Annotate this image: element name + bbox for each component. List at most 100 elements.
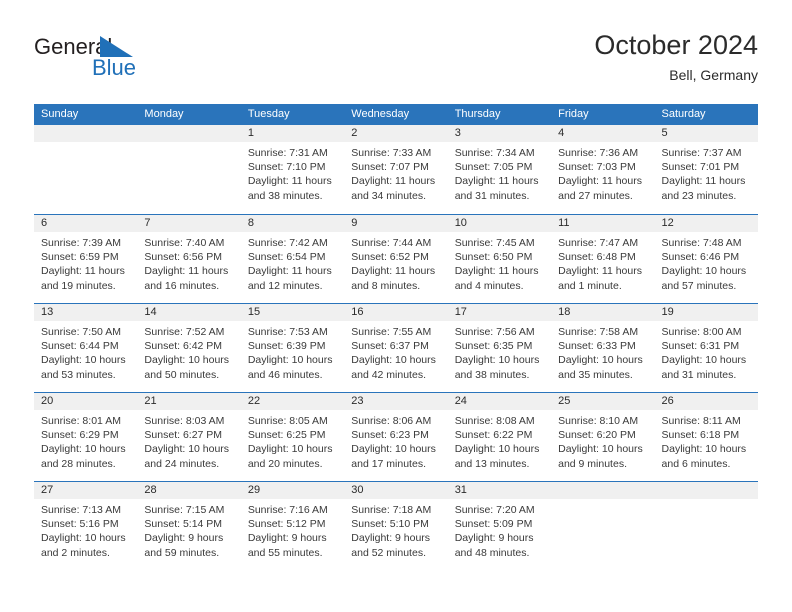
sunset-text: Sunset: 6:42 PM <box>144 340 223 353</box>
day-details: Sunrise: 8:01 AM Sunset: 6:29 PM Daylight:… <box>34 410 137 471</box>
sunset-text: Sunset: 5:16 PM <box>41 518 119 531</box>
day-details: Sunrise: 8:11 AM Sunset: 6:18 PM Daylight:… <box>655 410 758 471</box>
day-details: Sunrise: 7:40 AM Sunset: 6:56 PM Daylight:… <box>137 232 240 293</box>
daylight-text: Daylight: 10 hours <box>454 443 540 456</box>
day-number: 22 <box>240 393 345 410</box>
day-details: Sunrise: 7:52 AM Sunset: 6:42 PM Daylight:… <box>137 321 240 382</box>
sunrise-text: Sunrise: 7:18 AM <box>351 504 432 516</box>
day-details: Sunrise: 7:42 AM Sunset: 6:54 PM Daylight:… <box>241 232 344 293</box>
sunrise-text: Sunrise: 7:37 AM <box>661 147 742 159</box>
daylight-text: Daylight: 11 hours <box>558 175 642 188</box>
sunrise-text: Sunrise: 7:39 AM <box>41 237 121 249</box>
day-cell-26[interactable]: 26 Sunrise: 8:11 AM Sunset: 6:18 PM Dayligh… <box>654 393 758 481</box>
sunset-text: Sunset: 6:29 PM <box>41 429 119 442</box>
day-cell-14[interactable]: 14 Sunrise: 7:52 AM Sunset: 6:42 PM Dayligh… <box>137 304 241 392</box>
daylight-text: and 35 minutes. <box>558 368 633 381</box>
daylight-text: Daylight: 10 hours <box>661 265 747 278</box>
day-cell-15[interactable]: 15 Sunrise: 7:53 AM Sunset: 6:39 PM Dayligh… <box>240 304 345 392</box>
sunset-text: Sunset: 6:54 PM <box>247 251 326 264</box>
daylight-text: Daylight: 11 hours <box>454 265 539 278</box>
sunrise-text: Sunrise: 7:34 AM <box>454 147 535 159</box>
weekday-header-row: Sunday Monday Tuesday Wednesday Thursday Frid… <box>34 104 758 125</box>
day-cell-20[interactable]: 20 Sunrise: 8:01 AM Sunset: 6:29 PM Dayligh… <box>34 393 138 481</box>
sunrise-text: Sunrise: 7:42 AM <box>247 237 328 249</box>
day-details: Sunrise: 7:31 AM Sunset: 7:10 PM Daylight:… <box>241 142 344 203</box>
sunrise-text: Sunrise: 8:01 AM <box>41 415 121 427</box>
day-details <box>34 142 137 146</box>
day-cell-31[interactable]: 31 Sunrise: 7:20 AM Sunset: 5:09 PM Dayligh… <box>447 482 552 570</box>
day-number: 21 <box>137 393 241 410</box>
day-number: 17 <box>447 304 552 321</box>
day-number <box>34 125 138 142</box>
daylight-text: and 23 minutes. <box>661 189 737 202</box>
day-details: Sunrise: 8:10 AM Sunset: 6:20 PM Daylight:… <box>551 410 654 471</box>
sunset-text: Sunset: 6:20 PM <box>558 429 636 442</box>
daylight-text: Daylight: 10 hours <box>351 443 436 456</box>
brand-logo[interactable]: General Blue <box>34 34 214 86</box>
day-cell-17[interactable]: 17 Sunrise: 7:56 AM Sunset: 6:35 PM Dayligh… <box>447 304 552 392</box>
day-details: Sunrise: 8:06 AM Sunset: 6:23 PM Daylight:… <box>344 410 447 471</box>
day-cell-empty <box>34 125 138 214</box>
day-details: Sunrise: 7:53 AM Sunset: 6:39 PM Daylight:… <box>241 321 344 382</box>
day-cell-25[interactable]: 25 Sunrise: 8:10 AM Sunset: 6:20 PM Dayligh… <box>551 393 655 481</box>
day-cell-11[interactable]: 11 Sunrise: 7:47 AM Sunset: 6:48 PM Dayligh… <box>551 215 655 303</box>
day-cell-5[interactable]: 5 Sunrise: 7:37 AM Sunset: 7:01 PM Daylight… <box>654 125 758 214</box>
day-cell-8[interactable]: 8 Sunrise: 7:42 AM Sunset: 6:54 PM Daylight… <box>240 215 345 303</box>
sunset-text: Sunset: 6:33 PM <box>558 340 636 353</box>
day-number: 15 <box>240 304 345 321</box>
calendar-week-row: 6 Sunrise: 7:39 AM Sunset: 6:59 PM Daylight… <box>34 214 758 303</box>
calendar-week-row: 20 Sunrise: 8:01 AM Sunset: 6:29 PM Dayligh… <box>34 392 758 481</box>
sunset-text: Sunset: 6:46 PM <box>661 251 740 264</box>
daylight-text: and 53 minutes. <box>41 368 116 381</box>
day-cell-27[interactable]: 27 Sunrise: 7:13 AM Sunset: 5:16 PM Dayligh… <box>34 482 138 570</box>
sunset-text: Sunset: 6:22 PM <box>454 429 533 442</box>
day-cell-4[interactable]: 4 Sunrise: 7:36 AM Sunset: 7:03 PM Daylight… <box>551 125 655 214</box>
day-details: Sunrise: 7:56 AM Sunset: 6:35 PM Daylight:… <box>448 321 551 382</box>
daylight-text: and 34 minutes. <box>351 189 426 202</box>
sunrise-text: Sunrise: 7:40 AM <box>144 237 225 249</box>
day-cell-13[interactable]: 13 Sunrise: 7:50 AM Sunset: 6:44 PM Dayligh… <box>34 304 138 392</box>
page-subtitle: Bell, Germany <box>669 67 758 83</box>
day-number: 7 <box>137 215 241 232</box>
sunrise-text: Sunrise: 7:52 AM <box>144 326 225 338</box>
day-cell-23[interactable]: 23 Sunrise: 8:06 AM Sunset: 6:23 PM Dayligh… <box>344 393 448 481</box>
day-cell-empty <box>137 125 241 214</box>
sunset-text: Sunset: 5:10 PM <box>351 518 429 531</box>
daylight-text: Daylight: 10 hours <box>41 532 126 545</box>
day-cell-16[interactable]: 16 Sunrise: 7:55 AM Sunset: 6:37 PM Dayligh… <box>344 304 448 392</box>
day-cell-9[interactable]: 9 Sunrise: 7:44 AM Sunset: 6:52 PM Daylight… <box>344 215 448 303</box>
day-cell-28[interactable]: 28 Sunrise: 7:15 AM Sunset: 5:14 PM Dayligh… <box>137 482 241 570</box>
day-cell-24[interactable]: 24 Sunrise: 8:08 AM Sunset: 6:22 PM Dayligh… <box>447 393 552 481</box>
day-cell-18[interactable]: 18 Sunrise: 7:58 AM Sunset: 6:33 PM Dayligh… <box>551 304 655 392</box>
sunset-text: Sunset: 5:09 PM <box>454 518 533 531</box>
day-cell-29[interactable]: 29 Sunrise: 7:16 AM Sunset: 5:12 PM Dayligh… <box>240 482 345 570</box>
day-cell-1[interactable]: 1 Sunrise: 7:31 AM Sunset: 7:10 PM Daylight… <box>240 125 345 214</box>
day-cell-7[interactable]: 7 Sunrise: 7:40 AM Sunset: 6:56 PM Daylight… <box>137 215 241 303</box>
day-cell-6[interactable]: 6 Sunrise: 7:39 AM Sunset: 6:59 PM Daylight… <box>34 215 138 303</box>
daylight-text: and 52 minutes. <box>351 546 426 559</box>
day-cell-19[interactable]: 19 Sunrise: 8:00 AM Sunset: 6:31 PM Dayligh… <box>654 304 758 392</box>
day-cell-3[interactable]: 3 Sunrise: 7:34 AM Sunset: 7:05 PM Daylight… <box>447 125 552 214</box>
sunrise-text: Sunrise: 7:36 AM <box>558 147 639 159</box>
day-details: Sunrise: 7:37 AM Sunset: 7:01 PM Daylight:… <box>655 142 758 203</box>
sunset-text: Sunset: 7:10 PM <box>247 161 326 174</box>
daylight-text: Daylight: 10 hours <box>661 443 747 456</box>
daylight-text: and 6 minutes. <box>661 457 731 470</box>
day-number: 30 <box>344 482 448 499</box>
calendar-week-row: 27 Sunrise: 7:13 AM Sunset: 5:16 PM Dayligh… <box>34 481 758 570</box>
day-number: 10 <box>447 215 552 232</box>
day-cell-30[interactable]: 30 Sunrise: 7:18 AM Sunset: 5:10 PM Dayligh… <box>344 482 448 570</box>
day-details: Sunrise: 7:58 AM Sunset: 6:33 PM Daylight:… <box>551 321 654 382</box>
day-number: 13 <box>34 304 138 321</box>
day-cell-12[interactable]: 12 Sunrise: 7:48 AM Sunset: 6:46 PM Dayligh… <box>654 215 758 303</box>
daylight-text: Daylight: 9 hours <box>144 532 224 545</box>
day-number <box>137 125 241 142</box>
day-cell-22[interactable]: 22 Sunrise: 8:05 AM Sunset: 6:25 PM Dayligh… <box>240 393 345 481</box>
day-cell-21[interactable]: 21 Sunrise: 8:03 AM Sunset: 6:27 PM Dayligh… <box>137 393 241 481</box>
day-number: 24 <box>447 393 552 410</box>
brand-name-blue: Blue <box>92 55 137 80</box>
day-cell-10[interactable]: 10 Sunrise: 7:45 AM Sunset: 6:50 PM Dayligh… <box>447 215 552 303</box>
calendar-week-row: 13 Sunrise: 7:50 AM Sunset: 6:44 PM Dayligh… <box>34 303 758 392</box>
day-cell-2[interactable]: 2 Sunrise: 7:33 AM Sunset: 7:07 PM Daylight… <box>344 125 448 214</box>
day-details: Sunrise: 7:18 AM Sunset: 5:10 PM Daylight:… <box>344 499 447 560</box>
